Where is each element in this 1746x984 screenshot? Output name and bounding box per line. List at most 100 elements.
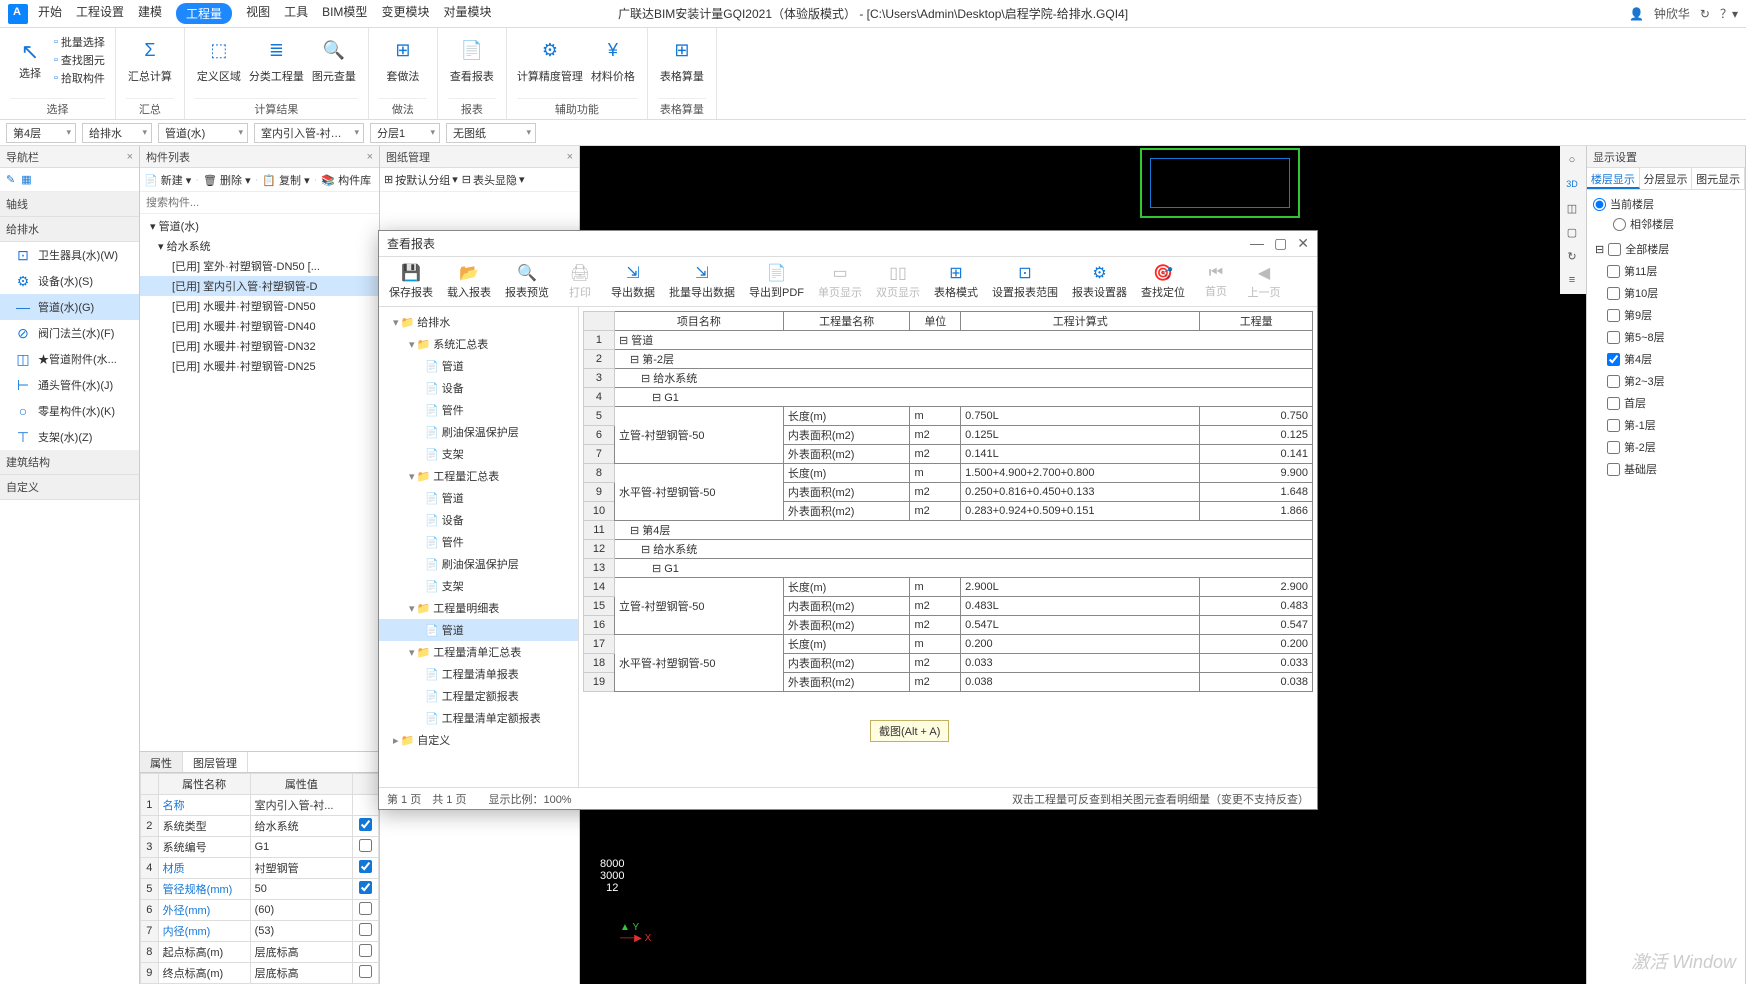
radio-current-floor[interactable]: 当前楼层 xyxy=(1593,196,1739,212)
dlg-tool-4[interactable]: ⇲导出数据 xyxy=(605,261,661,302)
ribbon-汇总-0[interactable]: Σ汇总计算 xyxy=(126,34,174,84)
nav-section-0[interactable]: 轴线 xyxy=(0,192,139,217)
floor-7[interactable]: 第-1层 xyxy=(1587,414,1745,436)
prop-row-8[interactable]: 8起点标高(m)层底标高 xyxy=(141,942,379,963)
layer-combo[interactable]: 分层1 xyxy=(370,123,440,143)
report-tree-item-14[interactable]: 📄管道 xyxy=(379,619,578,641)
component-combo[interactable]: 室内引入管-衬… xyxy=(254,123,364,143)
menu-3[interactable]: 工程量 xyxy=(176,3,232,24)
comp-tree-item-2[interactable]: [已用] 室外·衬塑钢管-DN50 [... xyxy=(140,256,379,276)
menu-1[interactable]: 工程设置 xyxy=(76,3,124,24)
nav-item-1-7[interactable]: ⊤支架(水)(Z) xyxy=(0,424,139,450)
report-tree-item-4[interactable]: 📄管件 xyxy=(379,399,578,421)
floor-4[interactable]: 第4层 xyxy=(1587,348,1745,370)
help-icon[interactable]: ？▾ xyxy=(1720,5,1738,22)
drawing-combo[interactable]: 无图纸 xyxy=(446,123,536,143)
menu-7[interactable]: 变更模块 xyxy=(381,3,429,24)
close-icon[interactable]: × xyxy=(567,151,573,163)
report-tree-item-7[interactable]: ▾📁工程量汇总表 xyxy=(379,465,578,487)
comp-tree-item-1[interactable]: ▾ 给水系统 xyxy=(140,236,379,256)
report-tree-item-6[interactable]: 📄支架 xyxy=(379,443,578,465)
vp-tool-more[interactable]: ≡ xyxy=(1562,270,1582,290)
select-opt-1[interactable]: ▫ 查找图元 xyxy=(54,52,105,68)
report-row-5[interactable]: 5立管-衬塑钢管-50长度(m)m0.750L0.750 xyxy=(584,407,1313,426)
comp-tree-item-4[interactable]: [已用] 水暖井·衬塑钢管-DN50 xyxy=(140,296,379,316)
select-opt-2[interactable]: ▫ 拾取构件 xyxy=(54,70,105,86)
menu-2[interactable]: 建模 xyxy=(138,3,162,24)
comp-tree-item-6[interactable]: [已用] 水暖井·衬塑钢管-DN32 xyxy=(140,336,379,356)
report-tree-item-17[interactable]: 📄工程量定额报表 xyxy=(379,685,578,707)
ribbon-表格算量-0[interactable]: ⊞表格算量 xyxy=(658,34,706,84)
nav-tool-grid[interactable]: ▦ xyxy=(21,173,31,186)
ribbon-辅助功能-1[interactable]: ¥材料价格 xyxy=(589,34,637,84)
comp-tool-3[interactable]: 📚 构件库 xyxy=(321,172,371,188)
report-tree-item-9[interactable]: 📄设备 xyxy=(379,509,578,531)
minimize-icon[interactable]: — xyxy=(1250,235,1264,252)
report-tree-item-11[interactable]: 📄刷油保温保护层 xyxy=(379,553,578,575)
prop-row-5[interactable]: 5管径规格(mm)50 xyxy=(141,879,379,900)
user-name[interactable]: 钟欣华 xyxy=(1654,5,1690,22)
report-row-2[interactable]: 2 ⊟ 第-2层 xyxy=(584,350,1313,369)
report-row-14[interactable]: 14立管-衬塑钢管-50长度(m)m2.900L2.900 xyxy=(584,578,1313,597)
comp-tree-item-7[interactable]: [已用] 水暖井·衬塑钢管-DN25 xyxy=(140,356,379,376)
report-tree-item-18[interactable]: 📄工程量清单定额报表 xyxy=(379,707,578,729)
dlg-tool-10[interactable]: ⊡设置报表范围 xyxy=(986,261,1064,302)
floor-2[interactable]: 第9层 xyxy=(1587,304,1745,326)
menu-8[interactable]: 对量模块 xyxy=(443,3,491,24)
maximize-icon[interactable]: ▢ xyxy=(1274,235,1287,252)
ribbon-做法-0[interactable]: ⊞套做法 xyxy=(379,34,427,84)
report-tree-item-19[interactable]: ▸📁自定义 xyxy=(379,729,578,751)
report-tree-item-10[interactable]: 📄管件 xyxy=(379,531,578,553)
report-table[interactable]: 项目名称工程量名称单位工程计算式工程量1⊟ 管道2 ⊟ 第-2层3 ⊟ 给水系统… xyxy=(579,307,1317,787)
comp-tool-0[interactable]: 📄 新建 ▾ xyxy=(144,172,191,188)
floor-5[interactable]: 第2~3层 xyxy=(1587,370,1745,392)
dlg-tool-11[interactable]: ⚙报表设置器 xyxy=(1066,261,1133,302)
report-tree-item-15[interactable]: ▾📁工程量清单汇总表 xyxy=(379,641,578,663)
ribbon-辅助功能-0[interactable]: ⚙计算精度管理 xyxy=(517,34,583,84)
report-row-17[interactable]: 17水平管-衬塑钢管-50长度(m)m0.2000.200 xyxy=(584,635,1313,654)
dlg-tool-12[interactable]: 🎯查找定位 xyxy=(1135,261,1191,302)
radio-adjacent-floor[interactable]: 相邻楼层 xyxy=(1613,216,1674,232)
report-tree-item-0[interactable]: ▾📁给排水 xyxy=(379,311,578,333)
report-row-8[interactable]: 8水平管-衬塑钢管-50长度(m)m1.500+4.900+2.700+0.80… xyxy=(584,464,1313,483)
nav-item-1-5[interactable]: ⊢通头管件(水)(J) xyxy=(0,372,139,398)
ribbon-报表-0[interactable]: 📄查看报表 xyxy=(448,34,496,84)
floor-0[interactable]: 第11层 xyxy=(1587,260,1745,282)
floor-3[interactable]: 第5~8层 xyxy=(1587,326,1745,348)
report-row-11[interactable]: 11 ⊟ 第4层 xyxy=(584,521,1313,540)
menu-6[interactable]: BIM模型 xyxy=(322,3,367,24)
nav-item-1-6[interactable]: ○零星构件(水)(K) xyxy=(0,398,139,424)
tab-layers[interactable]: 图层管理 xyxy=(183,752,248,772)
report-tree-item-12[interactable]: 📄支架 xyxy=(379,575,578,597)
comp-tree-item-5[interactable]: [已用] 水暖井·衬塑钢管-DN40 xyxy=(140,316,379,336)
tab-element-display[interactable]: 图元显示 xyxy=(1692,168,1745,189)
report-tree-item-16[interactable]: 📄工程量清单报表 xyxy=(379,663,578,685)
close-icon[interactable]: × xyxy=(127,151,133,163)
nav-section-3[interactable]: 自定义 xyxy=(0,475,139,500)
report-tree-item-3[interactable]: 📄设备 xyxy=(379,377,578,399)
close-icon[interactable]: ✕ xyxy=(1297,235,1309,252)
pipe-combo[interactable]: 管道(水) xyxy=(158,123,248,143)
menu-5[interactable]: 工具 xyxy=(284,3,308,24)
component-search[interactable] xyxy=(140,192,379,214)
prop-row-3[interactable]: 3系统编号G1 xyxy=(141,837,379,858)
comp-tool-1[interactable]: 🗑 删除 ▾ xyxy=(203,172,251,188)
ribbon-计算结果-0[interactable]: ⬚定义区域 xyxy=(195,34,243,84)
floor-8[interactable]: 第-2层 xyxy=(1587,436,1745,458)
dlg-tool-5[interactable]: ⇲批量导出数据 xyxy=(663,261,741,302)
nav-section-1[interactable]: 给排水 xyxy=(0,217,139,242)
select-tool[interactable]: ↖ 选择 xyxy=(10,34,50,86)
ribbon-计算结果-1[interactable]: ≣分类工程量 xyxy=(249,34,304,84)
report-row-4[interactable]: 4 ⊟ G1 xyxy=(584,388,1313,407)
vp-tool-3d[interactable]: 3D xyxy=(1562,174,1582,194)
nav-item-1-4[interactable]: ◫★管道附件(水... xyxy=(0,346,139,372)
floor-6[interactable]: 首层 xyxy=(1587,392,1745,414)
vp-tool-cube[interactable]: ◫ xyxy=(1562,198,1582,218)
prop-row-2[interactable]: 2系统类型给水系统 xyxy=(141,816,379,837)
floor-combo[interactable]: 第4层 xyxy=(6,123,76,143)
prop-row-7[interactable]: 7内径(mm)(53) xyxy=(141,921,379,942)
prop-row-1[interactable]: 1名称室内引入管-衬... xyxy=(141,795,379,816)
all-floors-header[interactable]: ⊟ 全部楼层 xyxy=(1587,238,1745,260)
comp-tree-item-0[interactable]: ▾ 管道(水) xyxy=(140,216,379,236)
report-tree-item-5[interactable]: 📄刷油保温保护层 xyxy=(379,421,578,443)
